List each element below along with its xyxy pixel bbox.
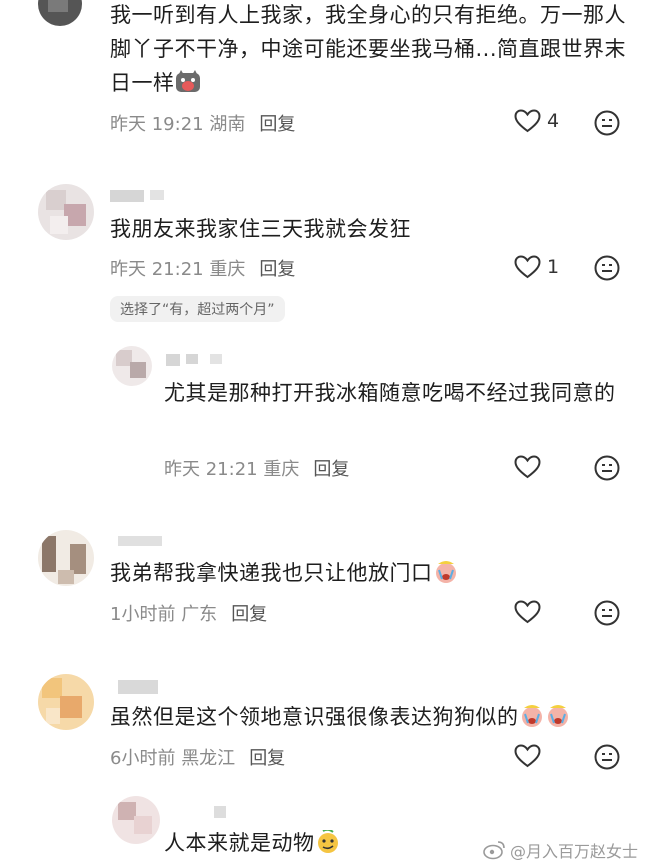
comment-meta: 1小时前 广东 回复 bbox=[110, 604, 268, 625]
comment-text: 我弟帮我拿快递我也只让他放门口 bbox=[110, 556, 630, 590]
heart-outline-icon bbox=[514, 600, 541, 624]
comment-text: 我朋友来我家住三天我就会发狂 bbox=[110, 217, 411, 241]
avatar[interactable] bbox=[38, 184, 94, 240]
emoji-face-icon[interactable] bbox=[594, 255, 620, 281]
emoji-face-icon[interactable] bbox=[594, 110, 620, 136]
like-button[interactable] bbox=[514, 600, 541, 624]
heart-outline-icon bbox=[514, 109, 541, 133]
avatar[interactable] bbox=[38, 674, 94, 730]
reply-button[interactable]: 回复 bbox=[313, 459, 349, 480]
username[interactable] bbox=[166, 354, 180, 366]
comment-text: 尤其是那种打开我冰箱随意吃喝不经过我同意的 bbox=[164, 381, 616, 405]
comment-text: 我一听到有人上我家，我全身心的只有拒绝。万一那人脚丫子不干净，中途可能还要坐我马… bbox=[110, 3, 627, 95]
reply-button[interactable]: 回复 bbox=[249, 748, 285, 769]
username[interactable] bbox=[110, 190, 144, 202]
heart-outline-icon bbox=[514, 455, 541, 479]
username[interactable] bbox=[118, 680, 158, 694]
reply-button[interactable]: 回复 bbox=[231, 604, 267, 625]
comment-text: 虽然但是这个领地意识强很像表达狗狗似的 bbox=[110, 700, 630, 734]
crying-emoji-icon bbox=[521, 705, 542, 727]
username bbox=[150, 190, 164, 200]
avatar[interactable] bbox=[38, 0, 82, 26]
comment-meta: 昨天 21:21 重庆 回复 bbox=[164, 459, 350, 480]
emoji-face-icon[interactable] bbox=[594, 600, 620, 626]
poll-choice-chip: 选择了“有，超过两个月” bbox=[110, 296, 285, 322]
reply-button[interactable]: 回复 bbox=[259, 259, 295, 280]
comment-meta: 昨天 19:21 湖南 回复 bbox=[110, 114, 296, 135]
username bbox=[186, 354, 198, 364]
emoji-face-icon[interactable] bbox=[594, 744, 620, 770]
crying-emoji-icon bbox=[435, 561, 456, 583]
like-button[interactable] bbox=[514, 744, 541, 768]
comment-meta: 昨天 21:21 重庆 回复 bbox=[110, 259, 296, 280]
avatar[interactable] bbox=[112, 796, 160, 844]
comment-meta: 6小时前 黑龙江 回复 bbox=[110, 748, 286, 769]
weibo-logo-icon bbox=[483, 841, 505, 860]
cat-emoji-icon bbox=[175, 70, 200, 92]
emoji-face-icon[interactable] bbox=[594, 455, 620, 481]
reply-button[interactable]: 回复 bbox=[259, 114, 295, 135]
username[interactable] bbox=[118, 536, 162, 546]
avatar[interactable] bbox=[112, 346, 152, 386]
like-button[interactable]: 1 bbox=[514, 255, 559, 279]
sly-emoji-icon bbox=[317, 830, 338, 853]
like-button[interactable]: 4 bbox=[514, 109, 559, 133]
avatar[interactable] bbox=[38, 530, 94, 586]
like-button[interactable] bbox=[514, 455, 541, 479]
username[interactable] bbox=[214, 806, 226, 818]
heart-outline-icon bbox=[514, 255, 541, 279]
watermark: @月入百万赵女士 bbox=[482, 838, 638, 862]
crying-emoji-icon bbox=[547, 705, 568, 727]
username bbox=[210, 354, 222, 364]
heart-outline-icon bbox=[514, 744, 541, 768]
